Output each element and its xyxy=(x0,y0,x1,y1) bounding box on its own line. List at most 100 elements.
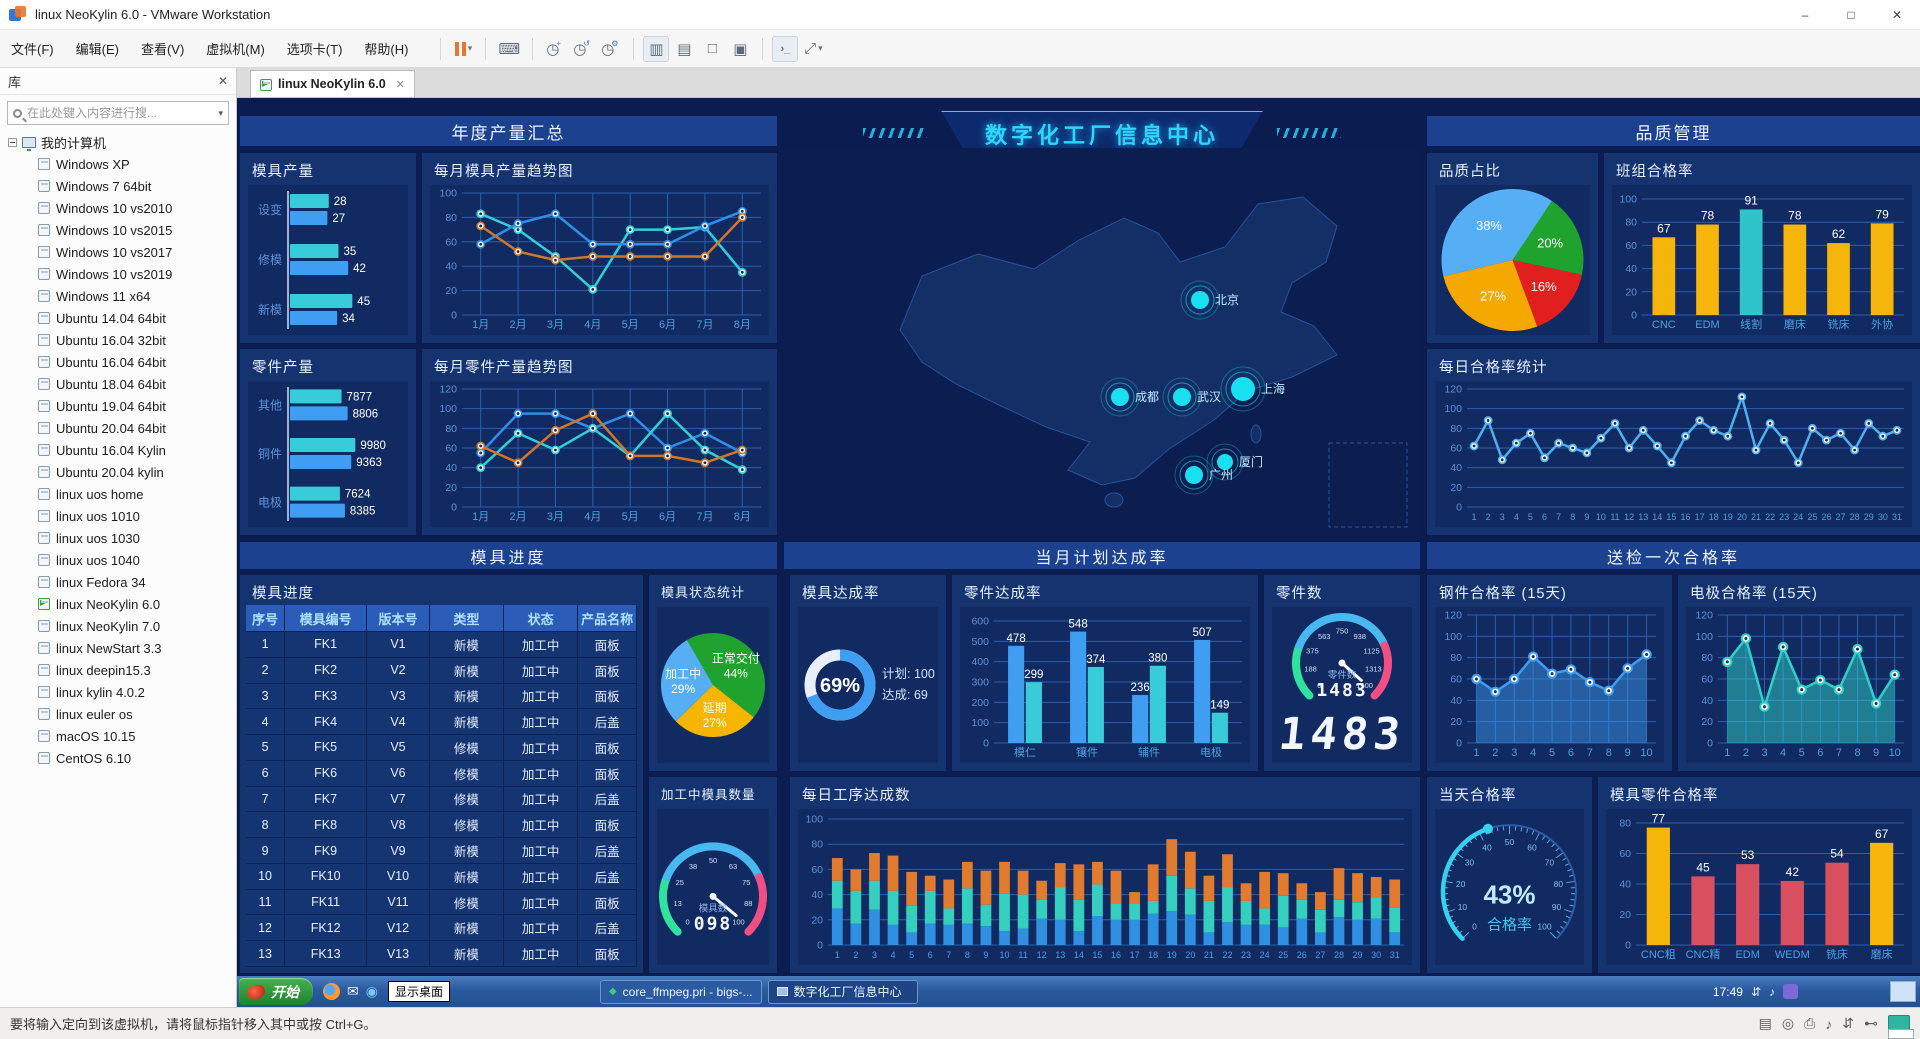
svg-text:14: 14 xyxy=(1074,950,1084,960)
toggle-library-button[interactable]: ▥ xyxy=(643,36,669,62)
section-header-quality: 品质管理 xyxy=(1427,116,1920,146)
take-snapshot-button[interactable]: ◷+ xyxy=(542,36,568,62)
network-adapter-icon[interactable]: ⇵ xyxy=(1842,1015,1854,1032)
sidebar-vm-item[interactable]: CentOS 6.10 xyxy=(0,747,236,769)
svg-text:15: 15 xyxy=(1666,512,1676,522)
vm-name-label: macOS 10.15 xyxy=(56,729,136,744)
network-icon[interactable]: ⇵ xyxy=(1751,985,1761,999)
svg-text:0: 0 xyxy=(983,738,989,750)
sidebar-vm-item[interactable]: linux deepin15.3 xyxy=(0,659,236,681)
svg-text:25: 25 xyxy=(676,878,684,887)
library-close-icon[interactable]: ✕ xyxy=(218,74,228,88)
tab-close-icon[interactable]: ✕ xyxy=(396,78,405,91)
volume-icon[interactable]: ♪ xyxy=(1769,985,1775,999)
sidebar-vm-item[interactable]: linux uos 1040 xyxy=(0,549,236,571)
hard-disk-icon[interactable]: ▤ xyxy=(1759,1015,1772,1032)
sidebar-vm-item[interactable]: linux kylin 4.0.2 xyxy=(0,681,236,703)
stretch-guest-button[interactable]: ⤢▾ xyxy=(800,36,826,62)
menu-item-1[interactable]: 编辑(E) xyxy=(65,34,130,63)
library-search[interactable]: ▾ xyxy=(7,101,229,125)
sidebar-vm-item[interactable]: linux uos 1030 xyxy=(0,527,236,549)
close-button[interactable]: ✕ xyxy=(1874,0,1920,30)
svg-text:38: 38 xyxy=(689,862,697,871)
minimize-button[interactable]: – xyxy=(1782,0,1828,30)
console-view-button[interactable]: ›_ xyxy=(772,36,798,62)
tray-app-icon[interactable] xyxy=(1783,984,1798,999)
menu-item-5[interactable]: 帮助(H) xyxy=(353,34,419,63)
panel-quality-pie: 品质占比 20%16%27%38% xyxy=(1427,153,1598,343)
search-dropdown-icon[interactable]: ▾ xyxy=(218,108,223,119)
svg-text:8: 8 xyxy=(1606,747,1612,759)
sidebar-vm-item[interactable]: Windows 10 vs2015 xyxy=(0,219,236,241)
search-input[interactable] xyxy=(27,106,213,120)
unity-mode-button[interactable]: ▣ xyxy=(727,36,753,62)
manage-snapshots-button[interactable]: ◷⚙ xyxy=(598,36,624,62)
menu-item-2[interactable]: 查看(V) xyxy=(130,34,195,63)
revert-snapshot-button[interactable]: ◷↺ xyxy=(570,36,596,62)
pause-vm-button[interactable]: ▾ xyxy=(450,36,476,62)
toggle-console-button[interactable]: ▤ xyxy=(671,36,697,62)
sidebar-vm-item[interactable]: linux euler os xyxy=(0,703,236,725)
vm-name-label: Windows 10 vs2010 xyxy=(56,201,172,216)
tree-root-my-computer[interactable]: 我的计算机 xyxy=(0,131,236,153)
sidebar-vm-item[interactable]: Ubuntu 20.04 kylin xyxy=(0,461,236,483)
computer-icon xyxy=(22,137,36,148)
menu-item-4[interactable]: 选项卡(T) xyxy=(276,34,354,63)
cd-rom-icon[interactable]: ◎ xyxy=(1782,1015,1794,1032)
sidebar-vm-item[interactable]: Windows 7 64bit xyxy=(0,175,236,197)
panel-mold-trend: 每月模具产量趋势图 0204060801001月2月3月4月5月6月7月8月 xyxy=(422,153,777,343)
fullscreen-button[interactable]: □ xyxy=(699,36,725,62)
svg-text:镶件: 镶件 xyxy=(1076,745,1098,759)
svg-text:9980: 9980 xyxy=(360,440,386,452)
vm-name-label: Windows 11 x64 xyxy=(56,289,150,304)
sidebar-vm-item[interactable]: linux NeoKylin 7.0 xyxy=(0,615,236,637)
sidebar-vm-item[interactable]: linux NeoKylin 6.0 xyxy=(0,593,236,615)
mail-icon[interactable]: ✉ xyxy=(347,983,359,1000)
sidebar-vm-item[interactable]: linux uos 1010 xyxy=(0,505,236,527)
svg-text:1125: 1125 xyxy=(1363,646,1379,655)
tab-neokylin[interactable]: linux NeoKylin 6.0 ✕ xyxy=(250,70,415,97)
show-desktop-button[interactable] xyxy=(1890,981,1916,1002)
taskbar-task-button[interactable]: 数字化工厂信息中心 xyxy=(768,980,918,1004)
table-row: 11FK11V11修模加工中面板 xyxy=(246,890,637,916)
sidebar-vm-item[interactable]: Ubuntu 20.04 64bit xyxy=(0,417,236,439)
start-button[interactable]: 开始 xyxy=(239,978,313,1005)
sidebar-vm-item[interactable]: Ubuntu 18.04 64bit xyxy=(0,373,236,395)
sidebar-vm-item[interactable]: Ubuntu 16.04 64bit xyxy=(0,351,236,373)
sidebar-vm-item[interactable]: linux NewStart 3.3 xyxy=(0,637,236,659)
menu-item-3[interactable]: 虚拟机(M) xyxy=(195,34,276,63)
sidebar-vm-item[interactable]: Ubuntu 16.04 32bit xyxy=(0,329,236,351)
sidebar-vm-item[interactable]: linux Fedora 34 xyxy=(0,571,236,593)
svg-text:12: 12 xyxy=(1624,512,1634,522)
panel-part-trend: 每月零件产量趋势图 0204060801001201月2月3月4月5月6月7月8… xyxy=(422,349,777,535)
sidebar-vm-item[interactable]: Windows XP xyxy=(0,153,236,175)
svg-text:电极: 电极 xyxy=(258,496,282,510)
tree-expander-icon[interactable] xyxy=(8,138,17,147)
sidebar-vm-item[interactable]: Ubuntu 19.04 64bit xyxy=(0,395,236,417)
tab-strip: linux NeoKylin 6.0 ✕ xyxy=(237,68,1920,98)
taskbar-task-button[interactable]: ◆core_ffmpeg.pri - bigs-... xyxy=(600,980,762,1004)
sidebar-vm-item[interactable]: Windows 10 vs2019 xyxy=(0,263,236,285)
maximize-button[interactable]: □ xyxy=(1828,0,1874,30)
svg-text:6月: 6月 xyxy=(659,319,676,331)
sidebar-vm-item[interactable]: macOS 10.15 xyxy=(0,725,236,747)
daily-pass-chart: 0204060801001201234567891011121314151617… xyxy=(1435,381,1912,527)
sound-icon[interactable]: ♪ xyxy=(1825,1016,1832,1032)
vm-name-label: linux Fedora 34 xyxy=(56,575,146,590)
printer-icon[interactable]: ⎙ xyxy=(1804,1015,1815,1032)
sidebar-vm-item[interactable]: Windows 10 vs2010 xyxy=(0,197,236,219)
svg-text:3: 3 xyxy=(1511,747,1517,759)
send-ctrl-alt-del-button[interactable]: ⌨ xyxy=(495,36,523,62)
sidebar-vm-item[interactable]: Windows 10 vs2017 xyxy=(0,241,236,263)
browser-icon[interactable]: ◉ xyxy=(366,983,378,1000)
sidebar-vm-item[interactable]: Ubuntu 14.04 64bit xyxy=(0,307,236,329)
menu-item-0[interactable]: 文件(F) xyxy=(0,34,65,63)
svg-text:19: 19 xyxy=(1167,950,1177,960)
firefox-icon[interactable] xyxy=(323,983,340,1000)
team-pass-chart: 020406080100CNCEDM线割磨床铣床外协677891786279 xyxy=(1612,185,1912,335)
sidebar-vm-item[interactable]: Windows 11 x64 xyxy=(0,285,236,307)
usb-icon[interactable]: ⊷ xyxy=(1864,1015,1878,1032)
sidebar-vm-item[interactable]: linux uos home xyxy=(0,483,236,505)
svg-text:374: 374 xyxy=(1086,654,1106,666)
sidebar-vm-item[interactable]: Ubuntu 16.04 Kylin xyxy=(0,439,236,461)
